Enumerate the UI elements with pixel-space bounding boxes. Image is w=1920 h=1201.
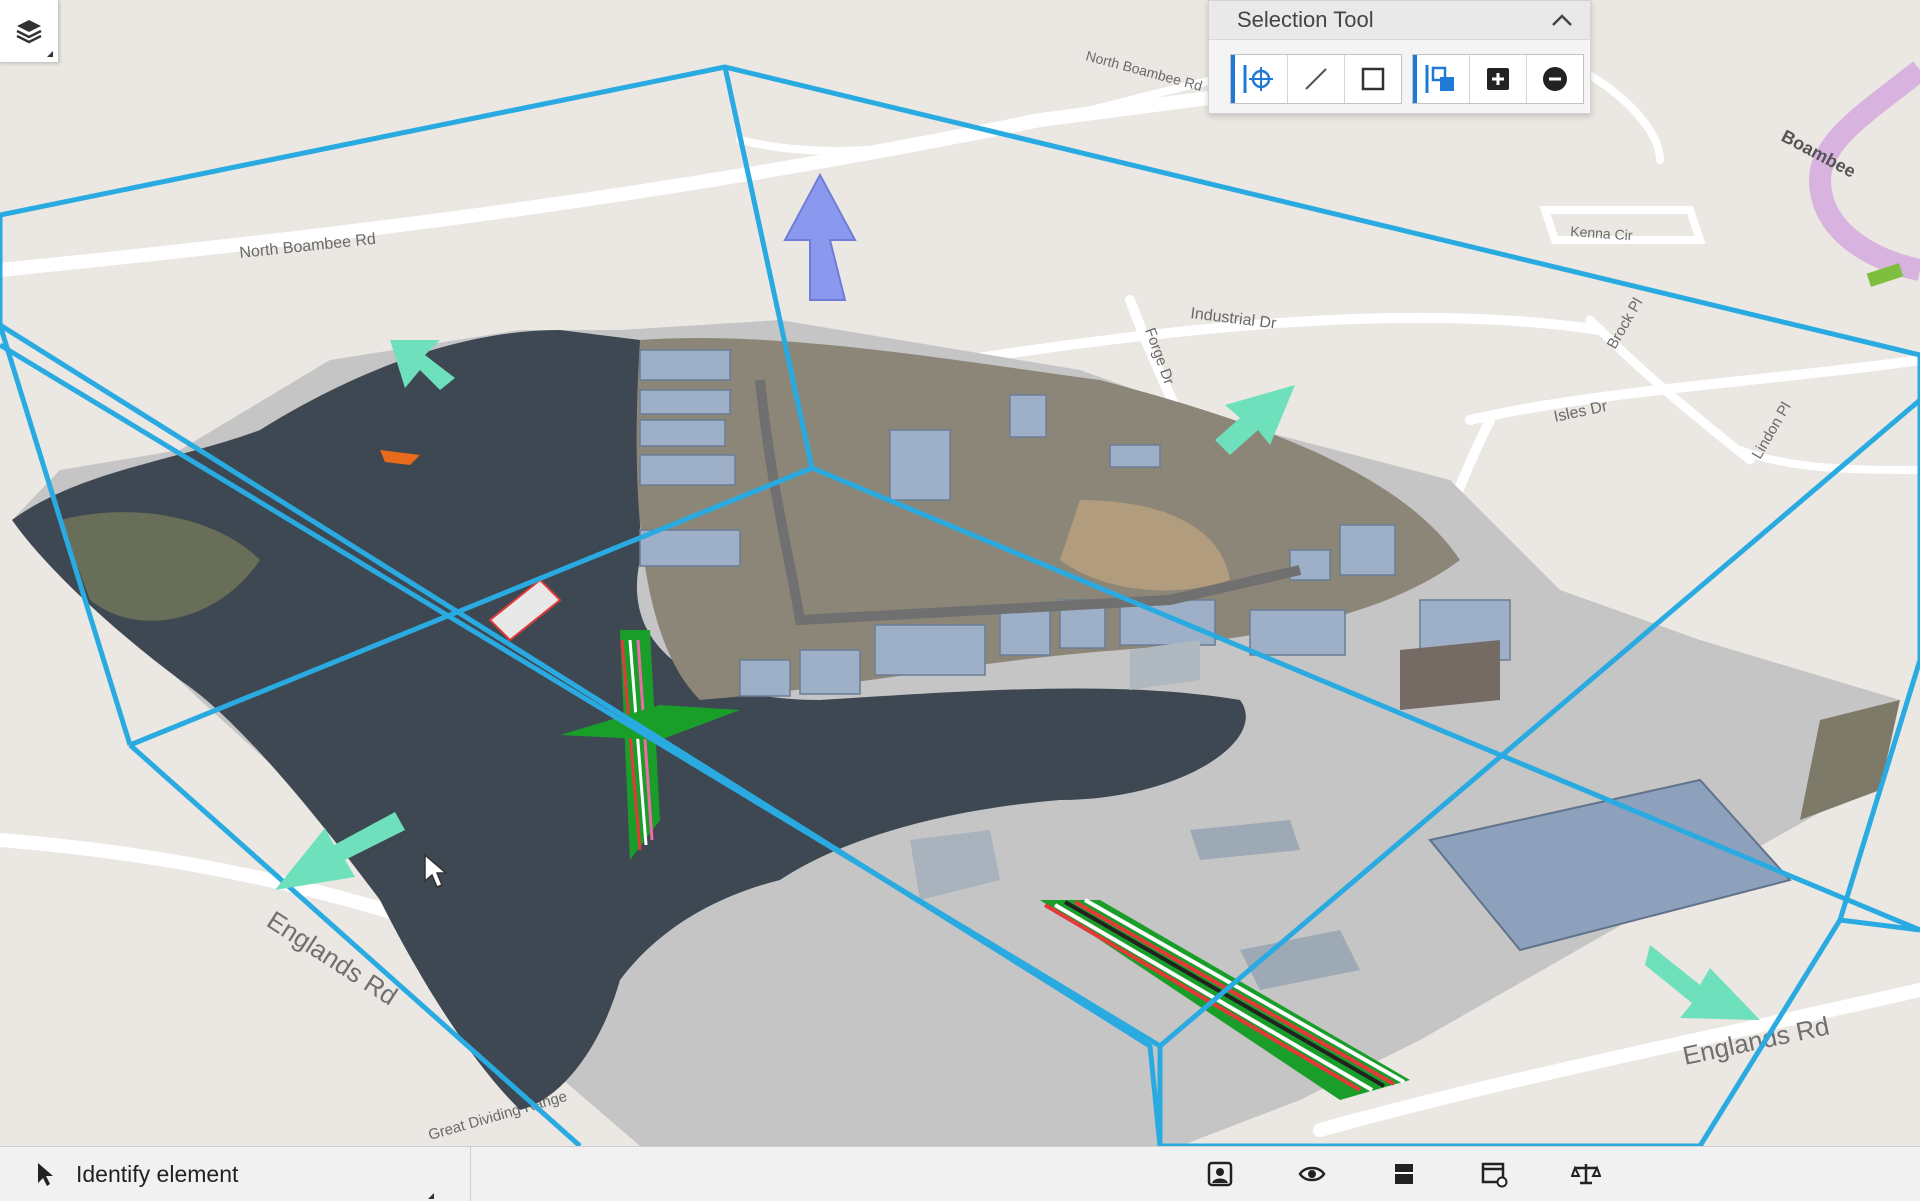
selection-tool-panel: Selection Tool xyxy=(1208,0,1591,114)
visibility-button[interactable] xyxy=(1296,1159,1328,1189)
map-canvas[interactable]: North Boambee Rd Industrial Dr Isles Dr … xyxy=(0,0,1920,1146)
rectangle-select-button[interactable] xyxy=(1345,55,1401,103)
replace-selection-icon xyxy=(1425,65,1454,93)
layers-icon xyxy=(16,20,42,44)
reality-data-icon xyxy=(1207,1161,1233,1187)
status-bar: Identify element xyxy=(0,1146,1920,1201)
remove-selection-icon xyxy=(1543,67,1567,91)
window-settings-icon xyxy=(1481,1162,1508,1188)
window-settings-button[interactable] xyxy=(1478,1159,1510,1189)
dropdown-corner-icon xyxy=(428,1193,434,1199)
section-button[interactable] xyxy=(1388,1159,1420,1189)
point-select-icon xyxy=(1243,65,1273,93)
line-select-button[interactable] xyxy=(1288,55,1345,103)
point-select-button[interactable] xyxy=(1231,55,1288,103)
map-viewport[interactable]: North Boambee Rd Industrial Dr Isles Dr … xyxy=(0,0,1920,1146)
dropdown-corner-icon xyxy=(47,51,53,57)
eye-icon xyxy=(1298,1166,1326,1182)
measure-icon xyxy=(1571,1164,1601,1185)
add-selection-button[interactable] xyxy=(1470,55,1527,103)
rectangle-select-icon xyxy=(1361,67,1385,91)
line-select-icon xyxy=(1305,68,1327,90)
section-icon xyxy=(1395,1164,1413,1184)
selection-mode-group xyxy=(1412,54,1584,104)
identify-element-control[interactable]: Identify element xyxy=(0,1147,471,1201)
remove-selection-button[interactable] xyxy=(1527,55,1583,103)
selection-shape-group xyxy=(1230,54,1402,104)
selection-tool-header[interactable]: Selection Tool xyxy=(1209,1,1590,40)
pointer-icon xyxy=(38,1163,53,1186)
identify-element-label: Identify element xyxy=(76,1160,239,1187)
chevron-up-icon[interactable] xyxy=(1550,12,1574,28)
layers-button[interactable] xyxy=(0,0,59,63)
selection-tool-title: Selection Tool xyxy=(1237,7,1374,32)
measure-button[interactable] xyxy=(1570,1159,1602,1189)
add-selection-icon xyxy=(1487,68,1509,90)
reality-data-button[interactable] xyxy=(1204,1159,1236,1189)
replace-selection-button[interactable] xyxy=(1413,55,1470,103)
